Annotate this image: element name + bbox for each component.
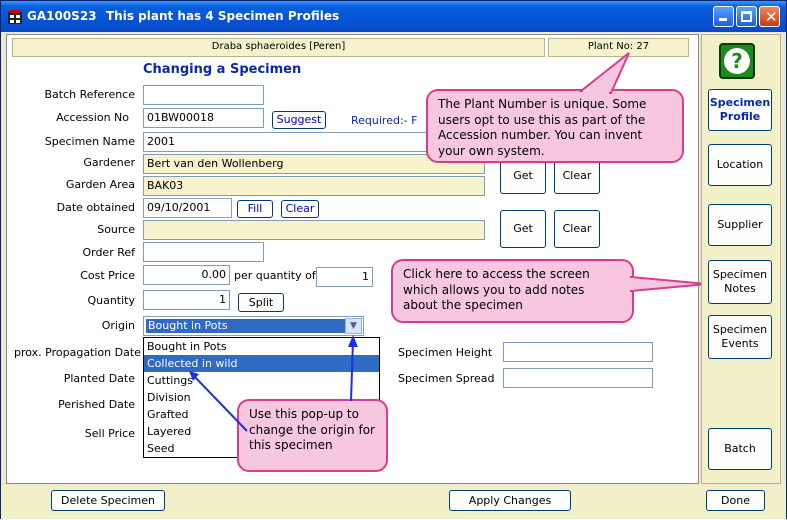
planted-date-label: Planted Date xyxy=(63,372,135,385)
maximize-button[interactable] xyxy=(736,6,757,27)
plant-number-callout: The Plant Number is unique. Some users o… xyxy=(426,89,684,163)
minimize-button[interactable] xyxy=(713,6,734,27)
sidebar-item-batch[interactable]: Batch xyxy=(708,428,772,470)
source-clear-button[interactable]: Clear xyxy=(554,210,600,248)
delete-specimen-button[interactable]: Delete Specimen xyxy=(51,490,165,511)
specimen-spread-field[interactable] xyxy=(503,368,653,388)
origin-option[interactable]: Cuttings xyxy=(144,372,379,389)
specimen-height-field[interactable] xyxy=(503,342,653,362)
sidebar-item-specimen-profile[interactable]: Specimen Profile xyxy=(708,89,772,131)
accession-no-field[interactable]: 01BW00018 xyxy=(143,108,264,128)
chevron-down-icon[interactable]: ▼ xyxy=(345,318,362,334)
origin-option[interactable]: Bought in Pots xyxy=(144,338,379,355)
date-obtained-label: Date obtained xyxy=(56,201,135,214)
specimen-height-label: Specimen Height xyxy=(398,346,493,359)
source-label: Source xyxy=(97,223,135,236)
per-quantity-label: per quantity of xyxy=(234,269,316,282)
cost-price-label: Cost Price xyxy=(80,269,135,282)
garden-area-field[interactable]: BAK03 xyxy=(143,176,485,196)
order-ref-field[interactable] xyxy=(143,242,264,262)
page-title: Changing a Specimen xyxy=(143,62,302,77)
maximize-icon xyxy=(741,11,752,22)
accession-no-label: Accession No xyxy=(56,111,129,124)
gardener-get-button[interactable]: Get xyxy=(500,158,546,194)
popup-callout: Use this pop-up to change the origin for… xyxy=(237,399,388,472)
close-button[interactable]: ✕ xyxy=(759,6,780,27)
source-get-button[interactable]: Get xyxy=(500,210,546,248)
window-title-code: GA100S23 xyxy=(27,9,97,23)
sell-price-label: Sell Price xyxy=(84,427,135,440)
garden-area-label: Garden Area xyxy=(65,178,135,191)
sidebar-item-location[interactable]: Location xyxy=(708,144,772,186)
sidebar-item-specimen-events[interactable]: Specimen Events xyxy=(708,315,772,359)
specimen-name-label: Specimen Name xyxy=(44,135,135,148)
gardener-label: Gardener xyxy=(83,156,135,169)
order-ref-label: Order Ref xyxy=(82,246,135,259)
quantity-field[interactable]: 1 xyxy=(143,290,230,310)
notes-callout: Click here to access the screen which al… xyxy=(391,259,634,323)
sidebar-item-supplier[interactable]: Supplier xyxy=(708,204,772,246)
app-icon xyxy=(8,10,22,24)
date-obtained-field[interactable]: 09/10/2001 xyxy=(143,198,232,218)
cost-price-field[interactable]: 0.00 xyxy=(143,265,230,285)
perished-date-label: Perished Date xyxy=(58,398,135,411)
window-title: This plant has 4 Specimen Profiles xyxy=(106,9,340,23)
source-field[interactable] xyxy=(143,220,485,240)
help-button[interactable]: ? xyxy=(719,43,755,79)
origin-label: Origin xyxy=(101,319,135,332)
minimize-icon xyxy=(719,18,727,21)
plant-number-strip: Plant No: 27 xyxy=(548,38,689,57)
per-quantity-field[interactable]: 1 xyxy=(316,267,373,287)
batch-reference-label: Batch Reference xyxy=(44,88,135,101)
plant-name-strip: Draba sphaeroides [Peren] xyxy=(12,38,545,57)
suggest-button[interactable]: Suggest xyxy=(272,111,326,129)
origin-selected-value: Bought in Pots xyxy=(146,319,346,333)
quantity-label: Quantity xyxy=(87,294,135,307)
propagation-date-label: prox. Propagation Date xyxy=(14,346,141,359)
specimen-spread-label: Specimen Spread xyxy=(398,372,495,385)
fill-button[interactable]: Fill xyxy=(237,200,273,218)
required-text: Required:- F xyxy=(351,114,418,127)
origin-option[interactable]: Collected in wild xyxy=(144,355,379,372)
question-icon: ? xyxy=(724,48,750,74)
app-window: GA100S23 This plant has 4 Specimen Profi… xyxy=(0,0,787,519)
split-button[interactable]: Split xyxy=(238,293,284,312)
close-icon: ✕ xyxy=(765,8,778,26)
done-button[interactable]: Done xyxy=(706,490,765,511)
gardener-clear-button[interactable]: Clear xyxy=(554,158,600,194)
batch-reference-field[interactable] xyxy=(143,85,264,105)
title-bar[interactable]: GA100S23 This plant has 4 Specimen Profi… xyxy=(1,1,786,32)
date-clear-button[interactable]: Clear xyxy=(281,200,319,218)
apply-changes-button[interactable]: Apply Changes xyxy=(449,490,571,511)
origin-select[interactable]: Bought in Pots ▼ xyxy=(143,316,364,336)
specimen-name-field[interactable]: 2001 xyxy=(143,132,433,152)
sidebar-item-specimen-notes[interactable]: Specimen Notes xyxy=(708,260,772,304)
